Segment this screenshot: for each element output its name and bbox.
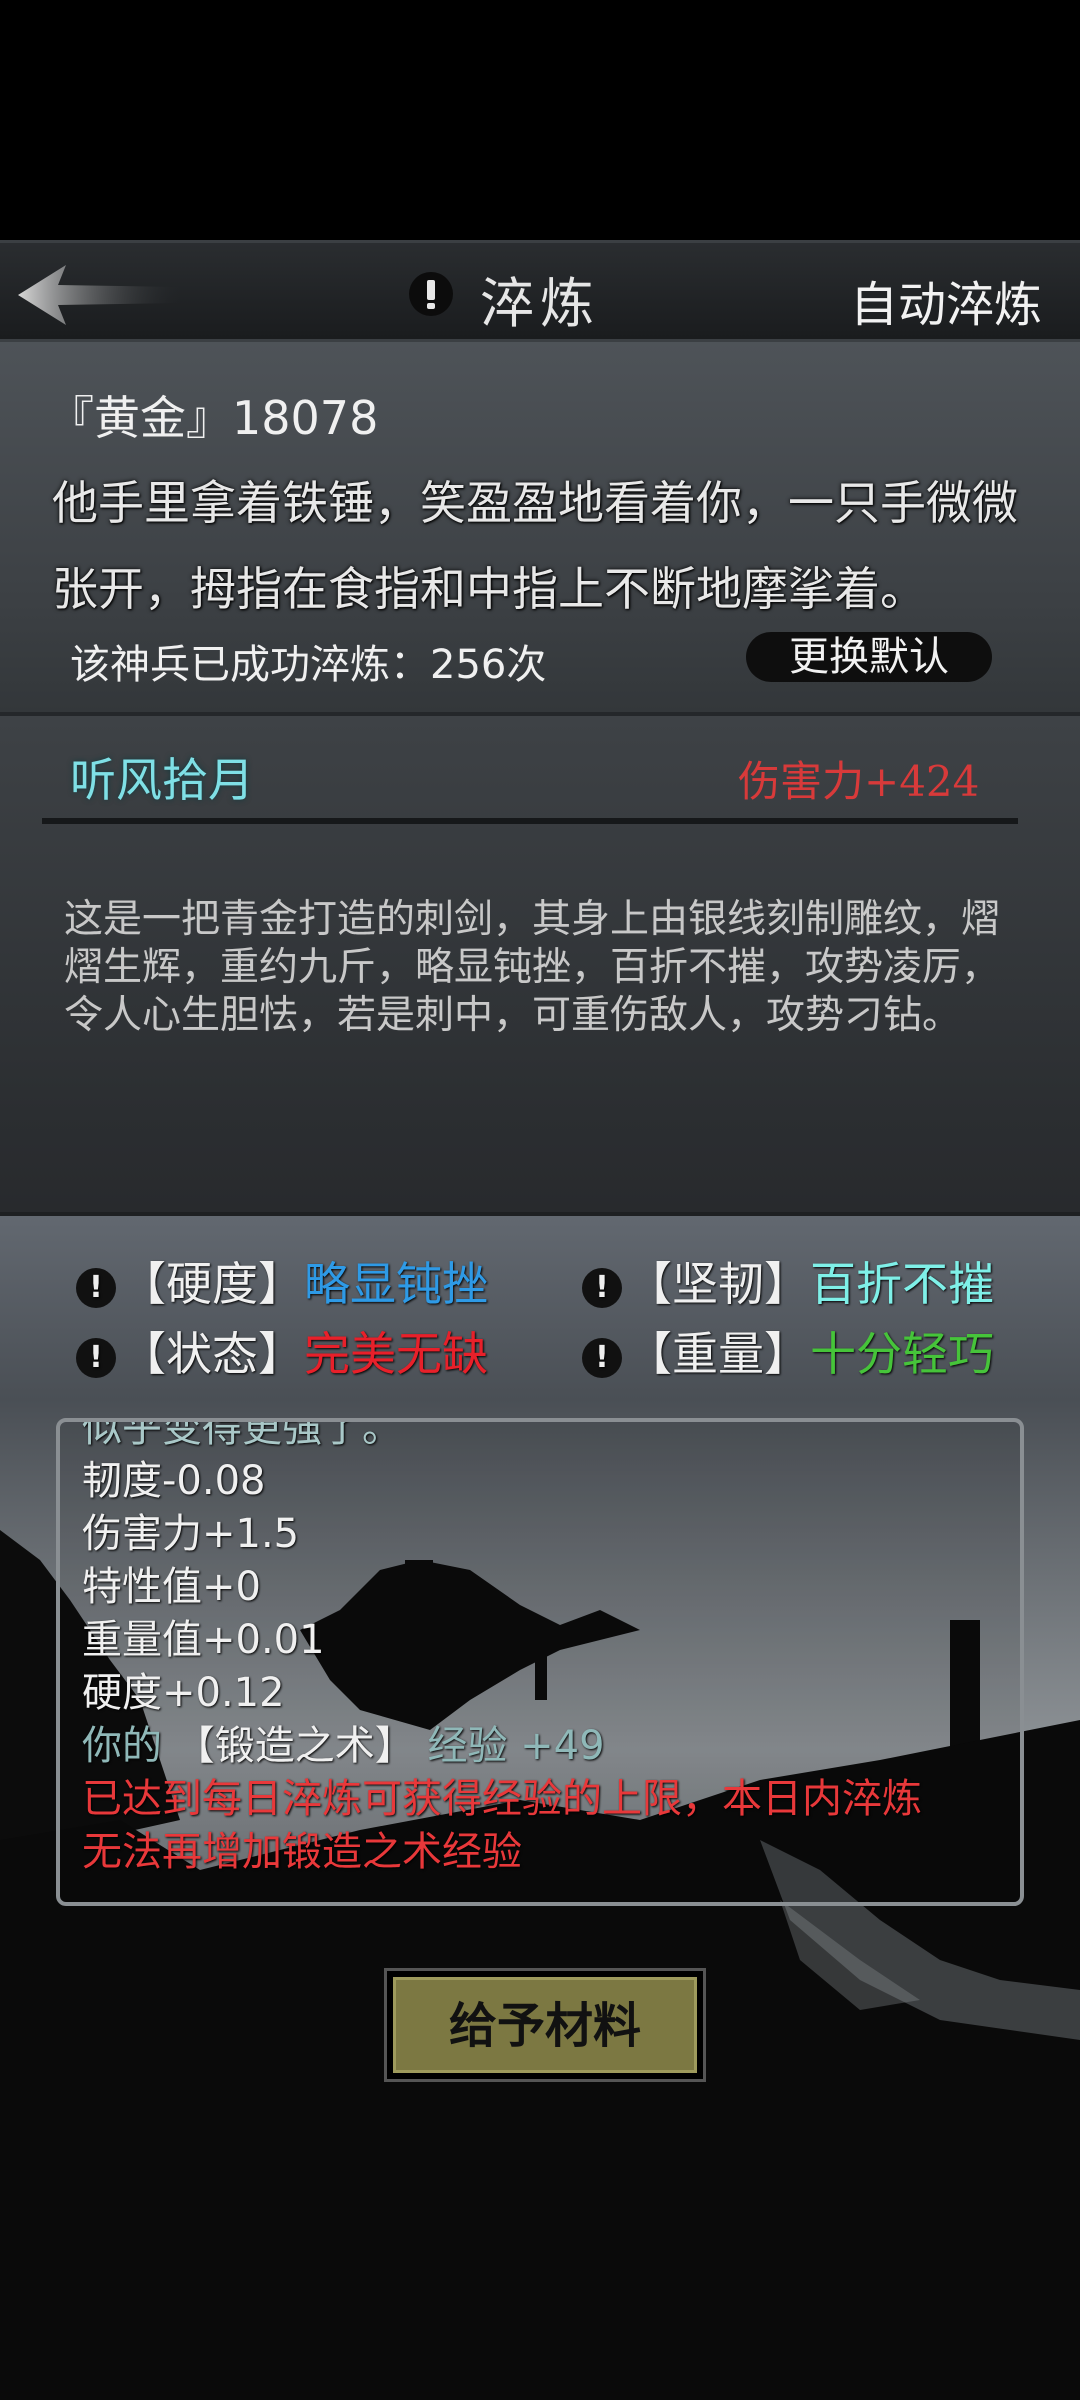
attribute-condition[interactable]: ! 【状态】完美无缺 bbox=[76, 1318, 488, 1384]
attribute-hardness[interactable]: ! 【硬度】略显钝挫 bbox=[76, 1248, 488, 1314]
give-materials-button[interactable]: 给予材料 bbox=[384, 1968, 706, 2082]
log-line: 似乎变得更强了。 bbox=[82, 1418, 402, 1451]
refine-log[interactable]: 似乎变得更强了。 韧度-0.08 伤害力+1.5 特性值+0 重量值+0.01 … bbox=[56, 1418, 1024, 1906]
page-title: 淬炼 bbox=[480, 272, 600, 335]
exp-skill: 【锻造之术】 bbox=[174, 1723, 415, 1769]
log-line: 重量值+0.01 bbox=[82, 1617, 325, 1663]
attribute-label: 【状态】 bbox=[120, 1327, 304, 1381]
exclamation-info-icon: ! bbox=[76, 1337, 116, 1378]
weapon-panel: 听风拾月 伤害力+424 这是一把青金打造的刺剑，其身上由银线刻制雕纹，熠熠生辉… bbox=[0, 716, 1080, 1216]
attribute-value: 百折不摧 bbox=[810, 1257, 994, 1311]
attribute-label: 【坚韧】 bbox=[626, 1257, 810, 1311]
log-line: 特性值+0 bbox=[82, 1564, 261, 1610]
attribute-toughness[interactable]: ! 【坚韧】百折不摧 bbox=[582, 1248, 994, 1314]
npc-panel: 『黄金』18078 他手里拿着铁锤，笑盈盈地看着你，一只手微微张开，拇指在食指和… bbox=[0, 342, 1080, 716]
npc-description: 他手里拿着铁锤，笑盈盈地看着你，一只手微微张开，拇指在食指和中指上不断地摩挲着。 bbox=[52, 476, 1018, 616]
attribute-value: 略显钝挫 bbox=[304, 1257, 488, 1311]
log-line: 韧度-0.08 bbox=[82, 1458, 266, 1504]
divider bbox=[42, 818, 1018, 824]
exp-prefix: 你的 bbox=[82, 1723, 162, 1769]
weapon-name: 听风拾月 bbox=[70, 753, 254, 807]
log-lines: 似乎变得更强了。 韧度-0.08 伤害力+1.5 特性值+0 重量值+0.01 … bbox=[82, 1418, 1012, 1879]
npc-name: 『黄金』18078 bbox=[48, 391, 379, 445]
exclamation-info-icon: ! bbox=[76, 1267, 116, 1308]
weapon-damage: 伤害力+424 bbox=[738, 757, 980, 806]
log-warning: 无法再增加锻造之术经验 bbox=[82, 1829, 522, 1875]
exp-suffix: 经验 +49 bbox=[427, 1723, 605, 1769]
exclamation-info-icon: ! bbox=[582, 1337, 622, 1378]
auto-refine-button[interactable]: 自动淬炼 bbox=[850, 265, 1042, 335]
log-line: 伤害力+1.5 bbox=[82, 1511, 300, 1557]
back-arrow-icon[interactable] bbox=[14, 263, 184, 327]
log-warning: 已达到每日淬炼可获得经验的上限，本日内淬炼 bbox=[82, 1776, 922, 1822]
weapon-description: 这是一把青金打造的刺剑，其身上由银线刻制雕纹，熠熠生辉，重约九斤，略显钝挫，百折… bbox=[64, 897, 1001, 1038]
log-line: 硬度+0.12 bbox=[82, 1670, 285, 1716]
exclamation-info-icon[interactable] bbox=[408, 271, 454, 317]
attribute-label: 【硬度】 bbox=[120, 1257, 304, 1311]
log-exp-line: 你的 【锻造之术】 经验 +49 bbox=[82, 1720, 1012, 1773]
attribute-value: 十分轻巧 bbox=[810, 1327, 994, 1381]
change-default-button[interactable]: 更换默认 bbox=[746, 632, 992, 682]
title-bar: 淬炼 自动淬炼 bbox=[0, 240, 1080, 342]
exclamation-info-icon: ! bbox=[582, 1267, 622, 1308]
give-materials-label: 给予材料 bbox=[393, 1977, 697, 2073]
attribute-weight[interactable]: ! 【重量】十分轻巧 bbox=[582, 1318, 994, 1384]
attributes-panel: ! 【硬度】略显钝挫 ! 【坚韧】百折不摧 ! 【状态】完美无缺 ! 【重量】十分轻巧 bbox=[0, 1216, 1080, 1400]
attribute-label: 【重量】 bbox=[626, 1327, 810, 1381]
attribute-value: 完美无缺 bbox=[304, 1327, 488, 1381]
refine-count-text: 该神兵已成功淬炼：256次 bbox=[70, 642, 547, 688]
